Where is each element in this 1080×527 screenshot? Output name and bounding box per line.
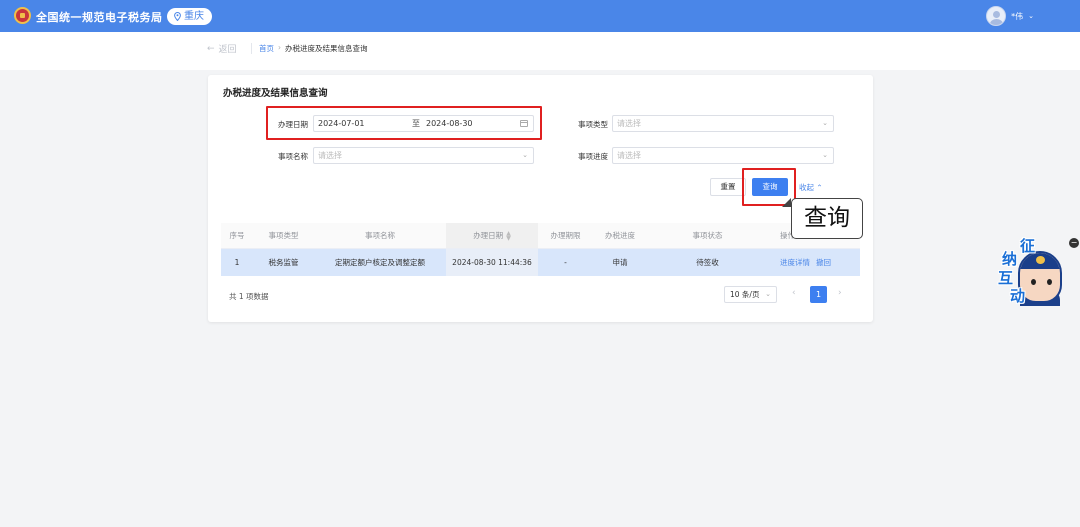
item-name-placeholder: 请选择 [318,151,342,160]
widget-char: 征 [1020,237,1036,255]
chevron-down-icon: ⌄ [522,151,528,159]
table-header: 序号 事项类型 事项名称 办理日期 ▲ ▼ 办理期限 办税进度 事项状态 操作 [221,223,860,249]
user-name: *伟 [1011,11,1024,21]
row-deadline: - [564,258,567,267]
breadcrumb: 首页 › 办税进度及结果信息查询 [259,43,368,54]
widget-char: 动 [1010,287,1026,305]
region-name: 重庆 [184,11,204,22]
progress-detail-link[interactable]: 进度详情 [780,257,810,268]
collapse-label: 收起 [799,183,814,192]
user-menu[interactable]: *伟 ⌄ [986,6,1034,26]
widget-char: 纳 [1002,250,1018,268]
collapse-toggle[interactable]: 收起 ⌃ [799,182,823,193]
location-pin-icon [174,12,181,21]
row-progress: 申请 [612,258,628,267]
column-header: 事项状态 [692,231,723,240]
sort-icon[interactable]: ▲ ▼ [506,230,511,241]
prev-page-button[interactable]: ‹ [792,288,796,298]
column-header: 事项名称 [365,231,395,240]
region-selector[interactable]: 重庆 [167,8,212,25]
breadcrumb-bar: ← 返回 首页 › 办税进度及结果信息查询 [0,32,1080,70]
callout-pointer [782,198,791,207]
item-type-label: 事项类型 [578,120,608,129]
column-header: 办税进度 [605,231,635,240]
row-date: 2024-08-30 11:44:36 [446,249,538,276]
annotation-highlight-date [266,106,542,140]
column-header-label: 办理日期 [473,231,504,240]
chevron-down-icon: ⌄ [765,290,771,298]
item-progress-label: 事项进度 [578,152,608,161]
item-name-select[interactable]: 请选择 ⌄ [313,147,534,164]
breadcrumb-separator: › [278,43,281,52]
column-header: 序号 [229,231,245,240]
column-header-sortable[interactable]: 办理日期 ▲ ▼ [446,223,538,248]
total-count: 共 1 项数据 [229,292,269,301]
chevron-up-icon: ⌃ [816,183,823,192]
row-actions: 进度详情 撤回 [768,249,860,276]
column-header: 办理期限 [550,231,581,240]
breadcrumb-current: 办税进度及结果信息查询 [285,44,368,53]
tax-emblem-logo [14,7,31,24]
item-type-placeholder: 请选择 [617,119,641,128]
item-name-label: 事项名称 [278,152,308,161]
withdraw-link[interactable]: 撤回 [816,257,831,268]
app-title: 全国统一规范电子税务局 [36,11,163,24]
close-icon[interactable]: − [1069,238,1079,248]
reset-button[interactable]: 重置 [710,178,746,196]
top-bar: 全国统一规范电子税务局 重庆 *伟 ⌄ [0,0,1080,32]
divider [251,43,252,54]
chevron-down-icon[interactable]: ⌄ [1028,12,1034,20]
results-table: 序号 事项类型 事项名称 办理日期 ▲ ▼ 办理期限 办税进度 事项状态 操作 1… [221,223,860,276]
mascot-eye [1031,279,1036,285]
page-size-value: 10 条/页 [730,290,760,299]
query-card: 办税进度及结果信息查询 办理日期 2024-07-01 至 2024-08-30… [208,75,873,322]
chevron-down-icon: ⌄ [822,151,828,159]
mascot-eye [1047,279,1052,285]
table-row[interactable]: 1 税务监管 定期定额户核定及调整定额 2024-08-30 11:44:36 … [221,249,860,276]
breadcrumb-home-link[interactable]: 首页 [259,43,274,54]
row-type: 税务监管 [268,258,299,267]
back-label: 返回 [218,45,237,55]
item-progress-placeholder: 请选择 [617,151,641,160]
interaction-assistant-widget[interactable]: 征 纳 互 动 − [996,235,1079,307]
back-button[interactable]: ← 返回 [207,42,237,56]
column-header: 事项类型 [268,231,299,240]
item-progress-select[interactable]: 请选择 ⌄ [612,147,834,164]
arrow-left-icon: ← [207,43,215,54]
callout-annotation: 查询 [791,198,863,239]
row-status: 待签收 [696,258,719,267]
page-number-current[interactable]: 1 [810,286,827,303]
item-type-select[interactable]: 请选择 ⌄ [612,115,834,132]
avatar[interactable] [986,6,1007,26]
row-index: 1 [234,258,240,267]
next-page-button[interactable]: › [838,288,842,298]
page-size-select[interactable]: 10 条/页 ⌄ [724,286,777,303]
chevron-down-icon: ⌄ [822,119,828,127]
row-name: 定期定额户核定及调整定额 [335,258,425,267]
page-title: 办税进度及结果信息查询 [223,88,328,99]
